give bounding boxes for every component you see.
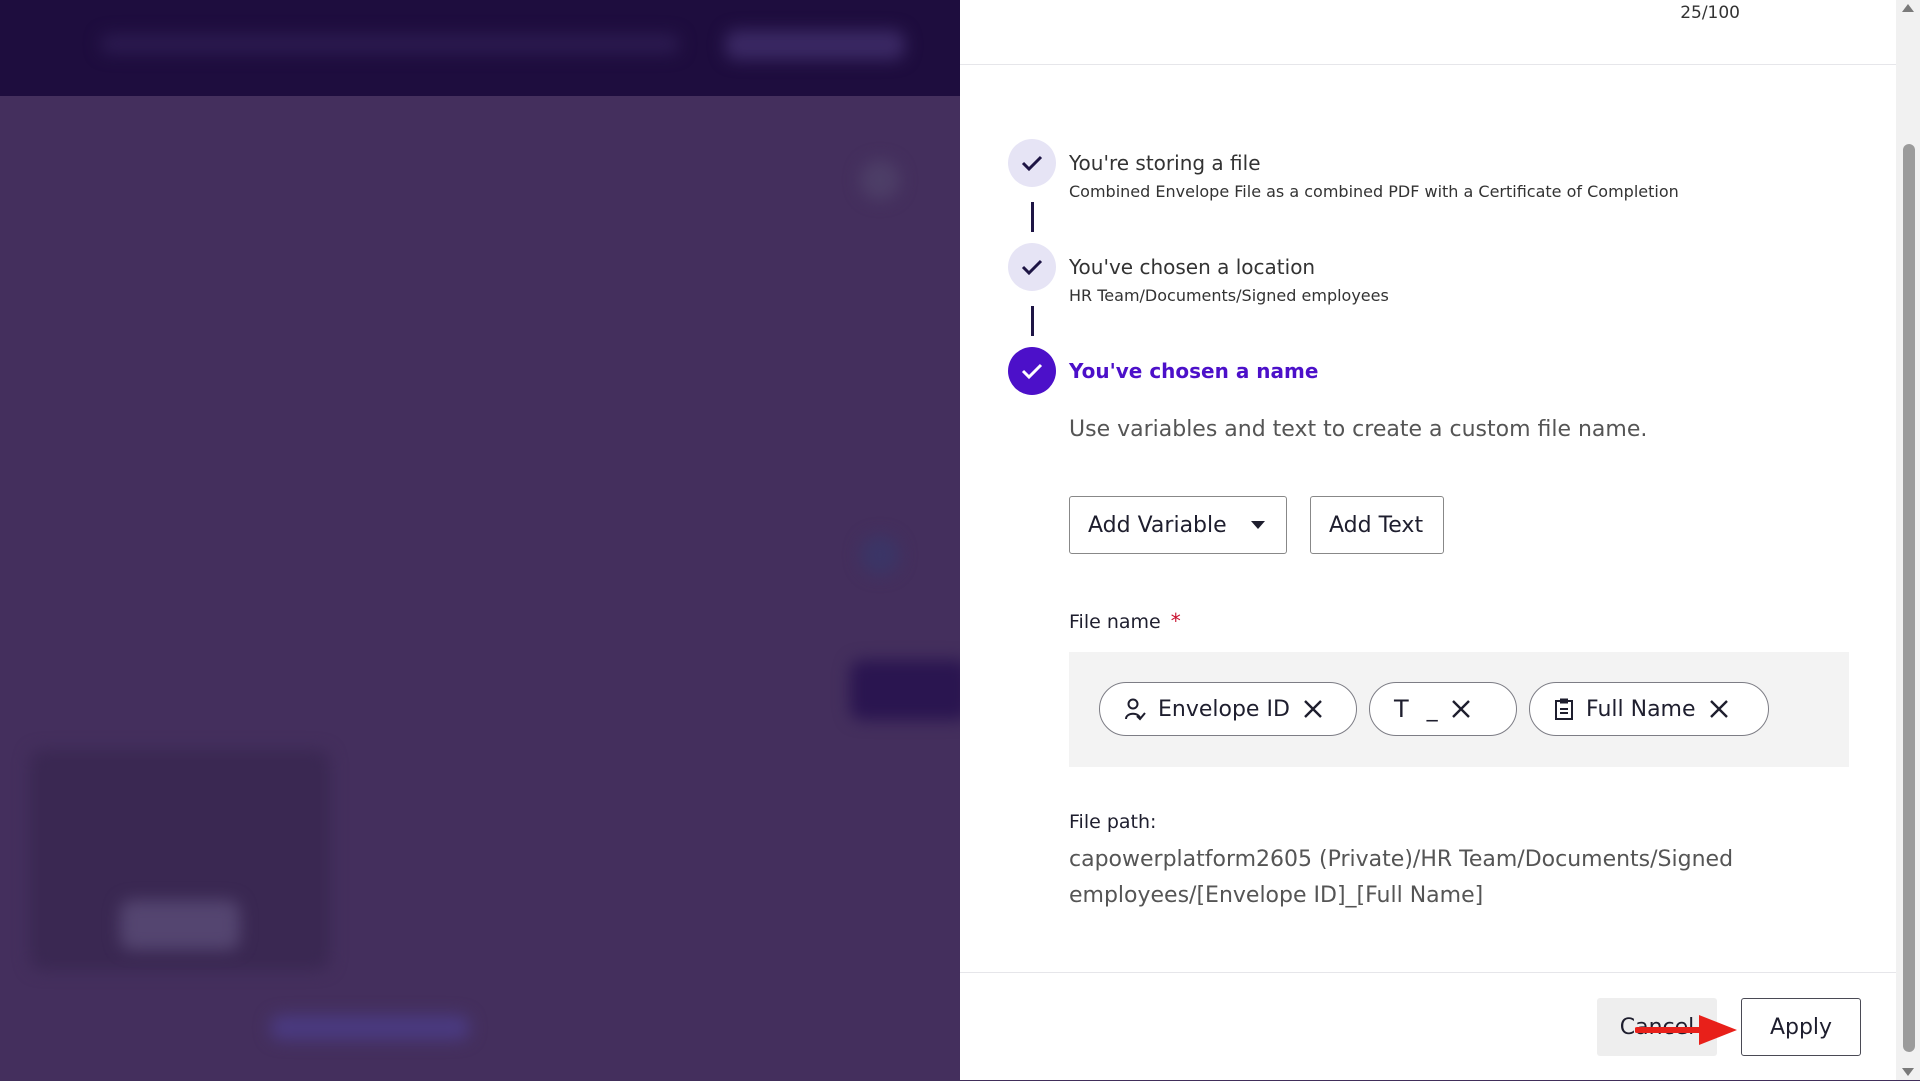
background-blur-shape [725,30,905,60]
background-app-overlay [0,0,960,1080]
required-indicator: * [1170,609,1181,633]
step-connector [1031,306,1034,336]
scroll-down-icon[interactable] [1902,1068,1914,1076]
close-icon[interactable] [1302,698,1324,720]
character-counter: 25/100 [1680,3,1740,23]
person-check-icon [1124,697,1146,721]
add-variable-dropdown[interactable]: Add Variable [1069,496,1287,554]
add-text-label: Add Text [1329,512,1424,538]
checkmark-icon [1021,363,1043,380]
add-variable-label: Add Variable [1088,512,1227,538]
vertical-scrollbar[interactable] [1896,0,1920,1080]
annotation-arrow-icon [1635,1015,1737,1045]
background-blur-shape [860,535,900,575]
step-2-subtitle: HR Team/Documents/Signed employees [1069,286,1389,305]
naming-instructions: Use variables and text to create a custo… [1069,417,1648,442]
file-name-token-field[interactable]: Envelope ID T _ Full Name [1069,652,1849,767]
chip-label: Envelope ID [1158,696,1290,722]
scrollbar-thumb[interactable] [1903,144,1915,1052]
step-connector [1031,202,1034,232]
chip-full-name: Full Name [1529,682,1769,736]
file-naming-panel: 25/100 You're storing a file Combined En… [960,0,1920,1080]
file-name-label: File name * [1069,609,1181,633]
close-icon[interactable] [1708,698,1730,720]
step-active-icon [1008,347,1056,395]
chip-label: _ [1426,696,1438,722]
file-path-label: File path: [1069,811,1157,833]
step-complete-icon [1008,139,1056,187]
panel-footer: Cancel Apply [960,972,1896,1081]
panel-header: 25/100 [960,0,1896,65]
checkmark-icon [1021,155,1043,172]
background-blur-shape [850,660,960,720]
step-1-subtitle: Combined Envelope File as a combined PDF… [1069,182,1679,201]
background-blur-shape [270,1015,470,1040]
text-t-icon: T [1394,695,1409,723]
file-path-value: capowerplatform2605 (Private)/HR Team/Do… [1069,847,1734,908]
add-text-button[interactable]: Add Text [1310,496,1444,554]
clipboard-icon [1554,697,1574,721]
background-blur-shape [120,900,240,950]
step-3-title: You've chosen a name [1069,359,1319,383]
checkmark-icon [1021,259,1043,276]
scroll-up-icon[interactable] [1902,4,1914,12]
close-icon[interactable] [1450,698,1472,720]
step-2-title: You've chosen a location [1069,255,1316,279]
step-complete-icon [1008,243,1056,291]
step-1-title: You're storing a file [1069,151,1261,175]
chip-envelope-id: Envelope ID [1099,682,1357,736]
apply-button[interactable]: Apply [1741,998,1861,1056]
chip-text-underscore: T _ [1369,682,1517,736]
background-blur-shape [860,160,900,200]
file-name-label-text: File name [1069,611,1161,633]
background-blur-shape [100,34,680,54]
chevron-down-icon [1250,521,1265,529]
chip-label: Full Name [1586,696,1696,722]
